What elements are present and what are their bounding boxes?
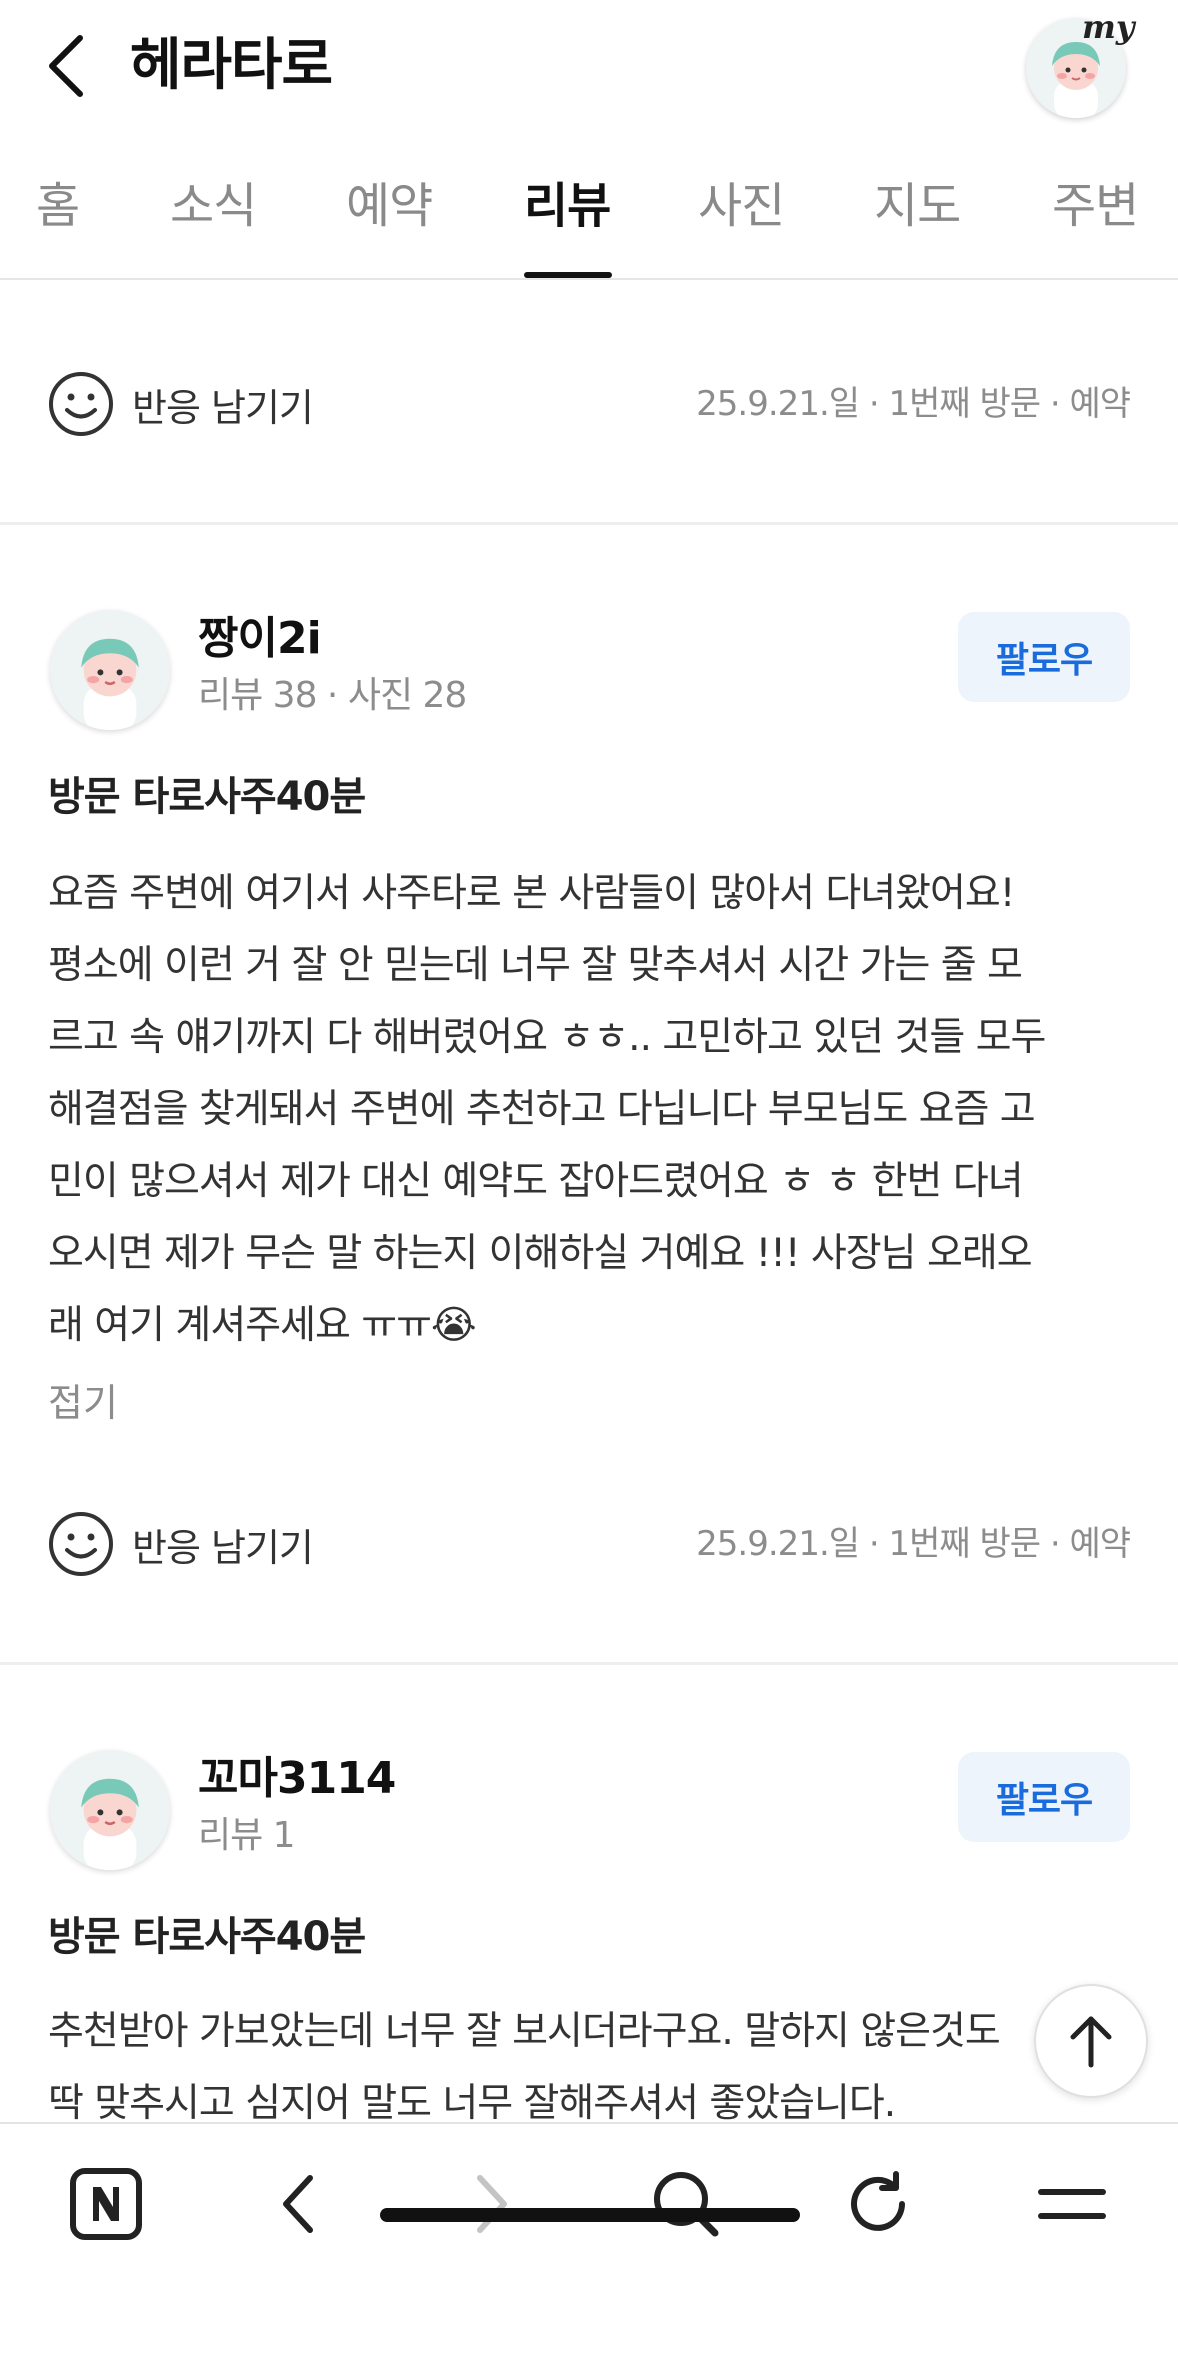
review-line: 르고 속 얘기까지 다 해버렸어요 ㅎㅎ.. 고민하고 있던 것들 모두 [48,1015,1046,1060]
visit-title: 방문 타로사주40분 [48,774,366,820]
review-footer: 반응 남기기 25.9.21.일 · 1번째 방문 · 예약 [48,1504,1131,1584]
tab-home[interactable]: 홈 [36,174,80,238]
tab-news[interactable]: 소식 [170,174,257,238]
browser-toolbar [0,2122,1178,2370]
chevron-left-icon [49,35,83,97]
tab-photos[interactable]: 사진 [698,174,785,238]
user-avatar[interactable] [50,610,170,730]
user-name[interactable]: 꼬마3114 [198,1742,396,1806]
user-avatar[interactable] [50,1750,170,1870]
review-footer: 반응 남기기 25.9.21.일 · 1번째 방문 · 예약 [48,364,1131,444]
tab-bar: 홈 소식 예약 리뷰 사진 지도 주변 [0,150,1178,280]
app-header: 헤라타로 my [0,0,1178,130]
follow-button[interactable]: 팔로우 [958,1752,1130,1842]
active-tab-indicator [524,272,612,278]
profile-face-icon [81,638,139,730]
back-arrow-icon [283,2175,313,2233]
visit-meta: 25.9.21.일 · 1번째 방문 · 예약 [696,384,1131,424]
home-indicator [380,2208,800,2222]
review-line: 딱 맞추시고 심지어 말도 너무 잘해주셔서 좋았습니다. [48,2081,896,2122]
review-line: 요즘 주변에 여기서 사주타로 본 사람들이 많아서 다녀왔어요! [48,871,1015,916]
naver-home-icon [70,2168,142,2240]
fold-button[interactable]: 접기 [48,1372,118,1427]
tab-reviews[interactable]: 리뷰 [524,174,611,238]
naver-home-button[interactable] [58,2156,154,2252]
reviews-list[interactable]: 반응 남기기 25.9.21.일 · 1번째 방문 · 예약 짱이2i 리뷰 3… [0,282,1178,2122]
smile-icon [49,1512,113,1576]
my-label: my [1082,8,1135,46]
tab-nearby[interactable]: 주변 [1052,174,1139,238]
menu-button[interactable] [1024,2156,1120,2252]
review-line: 래 여기 계셔주세요 ㅠㅠ😭 [48,1303,477,1348]
section-divider [0,522,1178,525]
react-label: 반응 남기기 [132,1525,314,1570]
follow-button[interactable]: 팔로우 [958,612,1130,702]
visit-meta: 25.9.21.일 · 1번째 방문 · 예약 [696,1524,1131,1564]
section-divider [0,1662,1178,1665]
review-line: 오시면 제가 무슨 말 하는지 이해하실 거예요 !!! 사장님 오래오 [48,1231,1033,1276]
react-label: 반응 남기기 [132,385,314,430]
review-line: 추천받아 가보았는데 너무 잘 보시더라구요. 말하지 않은것도 [48,2009,1001,2054]
forward-nav-button[interactable] [444,2156,540,2252]
review-body: 요즘 주변에 여기서 사주타로 본 사람들이 많아서 다녀왔어요! 평소에 이런… [48,858,1138,1362]
review-line: 민이 많으셔서 제가 대신 예약도 잡아드렸어요 ㅎ ㅎ 한번 다녀 [48,1159,1024,1204]
user-stats: 리뷰 1 [198,1815,296,1856]
page-title: 헤라타로 [130,33,333,98]
review-body: 추천받아 가보았는데 너무 잘 보시더라구요. 말하지 않은것도 딱 맞추시고 … [48,1996,1138,2122]
react-button[interactable]: 반응 남기기 [48,364,314,444]
search-button[interactable] [638,2156,734,2252]
arrow-up-icon [1070,2016,1112,2068]
menu-icon [1038,2189,1106,2219]
refresh-button[interactable] [830,2156,926,2252]
profile-face-icon [81,1778,139,1870]
tab-map[interactable]: 지도 [874,174,961,238]
user-stats: 리뷰 38 · 사진 28 [198,675,467,716]
back-button[interactable] [36,28,96,104]
refresh-icon [851,2171,905,2231]
back-nav-button[interactable] [250,2156,346,2252]
review-line: 해결점을 찾게돼서 주변에 추천하고 다닙니다 부모님도 요즘 고 [48,1087,1036,1132]
smile-icon [49,372,113,436]
forward-arrow-icon [477,2175,507,2233]
user-name[interactable]: 짱이2i [198,602,322,666]
visit-title: 방문 타로사주40분 [48,1914,366,1960]
scroll-to-top-button[interactable] [1034,1984,1148,2098]
tab-booking[interactable]: 예약 [346,174,433,238]
react-button[interactable]: 반응 남기기 [48,1504,314,1584]
search-icon [654,2172,719,2237]
review-line: 평소에 이런 거 잘 안 믿는데 너무 잘 맞추셔서 시간 가는 줄 모 [48,943,1023,988]
